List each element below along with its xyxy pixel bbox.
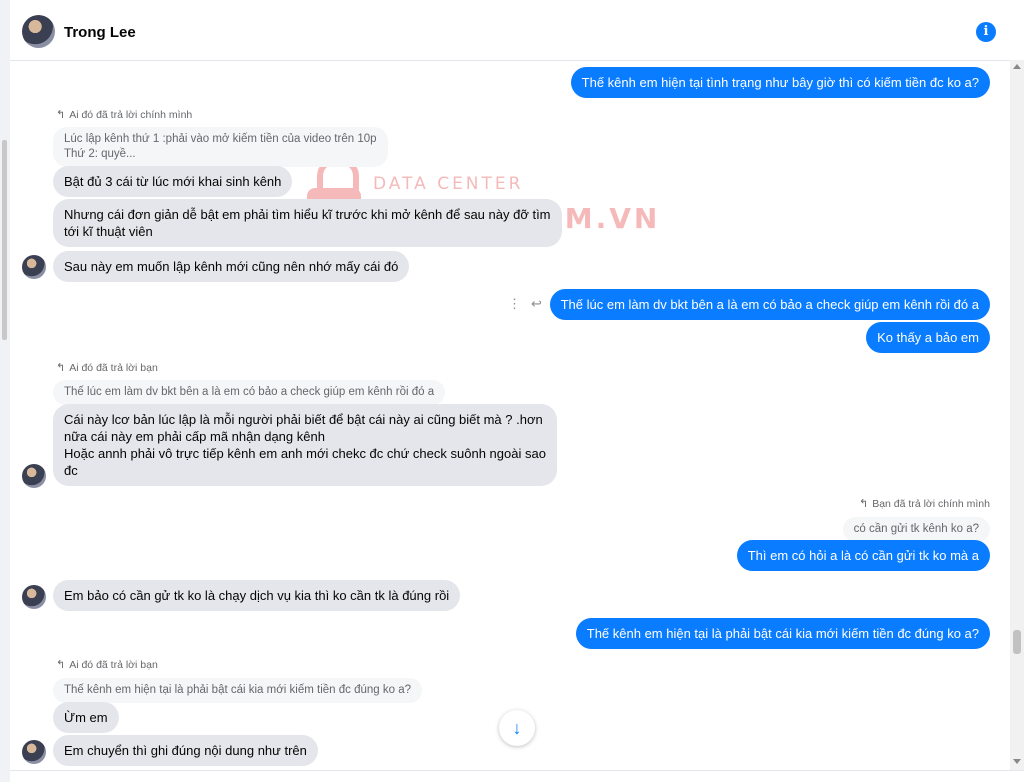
reply-arrow-icon: ↰ (56, 659, 66, 671)
reply-arrow-icon: ↰ (858, 498, 869, 510)
outgoing-message[interactable]: Thì em có hỏi a là có cần gửi tk ko mà a (736, 540, 990, 571)
incoming-message[interactable]: Nhưng cái đơn giản dễ bật em phải tìm hi… (53, 199, 562, 247)
contact-avatar[interactable] (22, 15, 55, 48)
reply-label: ↰ Ai đó đã trả lời bạn (56, 659, 158, 671)
incoming-message[interactable]: Ừm em (53, 702, 119, 733)
quoted-message[interactable]: Thế kênh em hiện tại là phải bật cái kia… (53, 678, 422, 703)
reply-label: ↰ Bạn đã trả lời chính mình (858, 498, 990, 510)
more-options-icon[interactable]: ⋮ (508, 296, 521, 311)
contact-name[interactable]: Trong Lee (64, 24, 136, 41)
outgoing-message[interactable]: Ko thấy a bảo em (866, 322, 990, 353)
left-scroll-strip (0, 0, 10, 782)
incoming-message[interactable]: Em chuyển thì ghi đúng nội dung như trên (53, 735, 318, 766)
incoming-message[interactable]: Em bảo có cần gử tk ko là chạy dịch vụ k… (53, 580, 461, 611)
reply-arrow-icon: ↰ (56, 109, 66, 121)
reply-icon[interactable]: ↩ (531, 296, 542, 311)
reply-label: ↰ Ai đó đã trả lời chính mình (56, 109, 193, 121)
scroll-to-bottom-button[interactable]: ↓ (499, 710, 535, 746)
incoming-message[interactable]: Sau này em muốn lập kênh mới cũng nên nh… (53, 251, 410, 282)
info-icon[interactable]: i (976, 22, 996, 42)
reply-label: ↰ Ai đó đã trả lời bạn (56, 362, 158, 374)
scroll-up-icon[interactable] (1013, 64, 1021, 69)
outgoing-message[interactable]: Thế lúc em làm dv bkt bên a là em có bảo… (549, 289, 990, 320)
incoming-message[interactable]: Cái này lcơ bản lúc lập là mỗi người phả… (53, 404, 557, 486)
scroll-thumb[interactable] (1013, 630, 1021, 654)
composer-bar (10, 770, 1024, 783)
contact-avatar-small[interactable] (22, 585, 46, 609)
chat-header: Trong Lee i (10, 0, 1010, 61)
contact-avatar-small[interactable] (22, 740, 46, 764)
left-scroll-thumb[interactable] (2, 140, 7, 340)
quoted-message[interactable]: có cần gửi tk kênh ko a? (842, 517, 990, 542)
watermark-line1: DATA CENTER (373, 174, 524, 194)
chat-scrollbar[interactable] (1010, 60, 1024, 770)
quoted-message[interactable]: Thế lúc em làm dv bkt bên a là em có bảo… (53, 380, 446, 405)
contact-avatar-small[interactable] (22, 255, 46, 279)
incoming-message[interactable]: Bật đủ 3 cái từ lúc mới khai sinh kênh (53, 166, 293, 197)
outgoing-message[interactable]: Thế kênh em hiện tại tình trạng như bây … (570, 67, 990, 98)
quoted-message[interactable]: Lúc lập kênh thứ 1 :phải vào mở kiếm tiề… (53, 127, 388, 167)
outgoing-message[interactable]: Thế kênh em hiện tại là phải bật cái kia… (575, 618, 990, 649)
contact-avatar-small[interactable] (22, 464, 46, 488)
scroll-down-icon[interactable] (1013, 759, 1021, 764)
message-actions: ⋮ ↩ (508, 296, 552, 312)
reply-arrow-icon: ↰ (56, 362, 66, 374)
